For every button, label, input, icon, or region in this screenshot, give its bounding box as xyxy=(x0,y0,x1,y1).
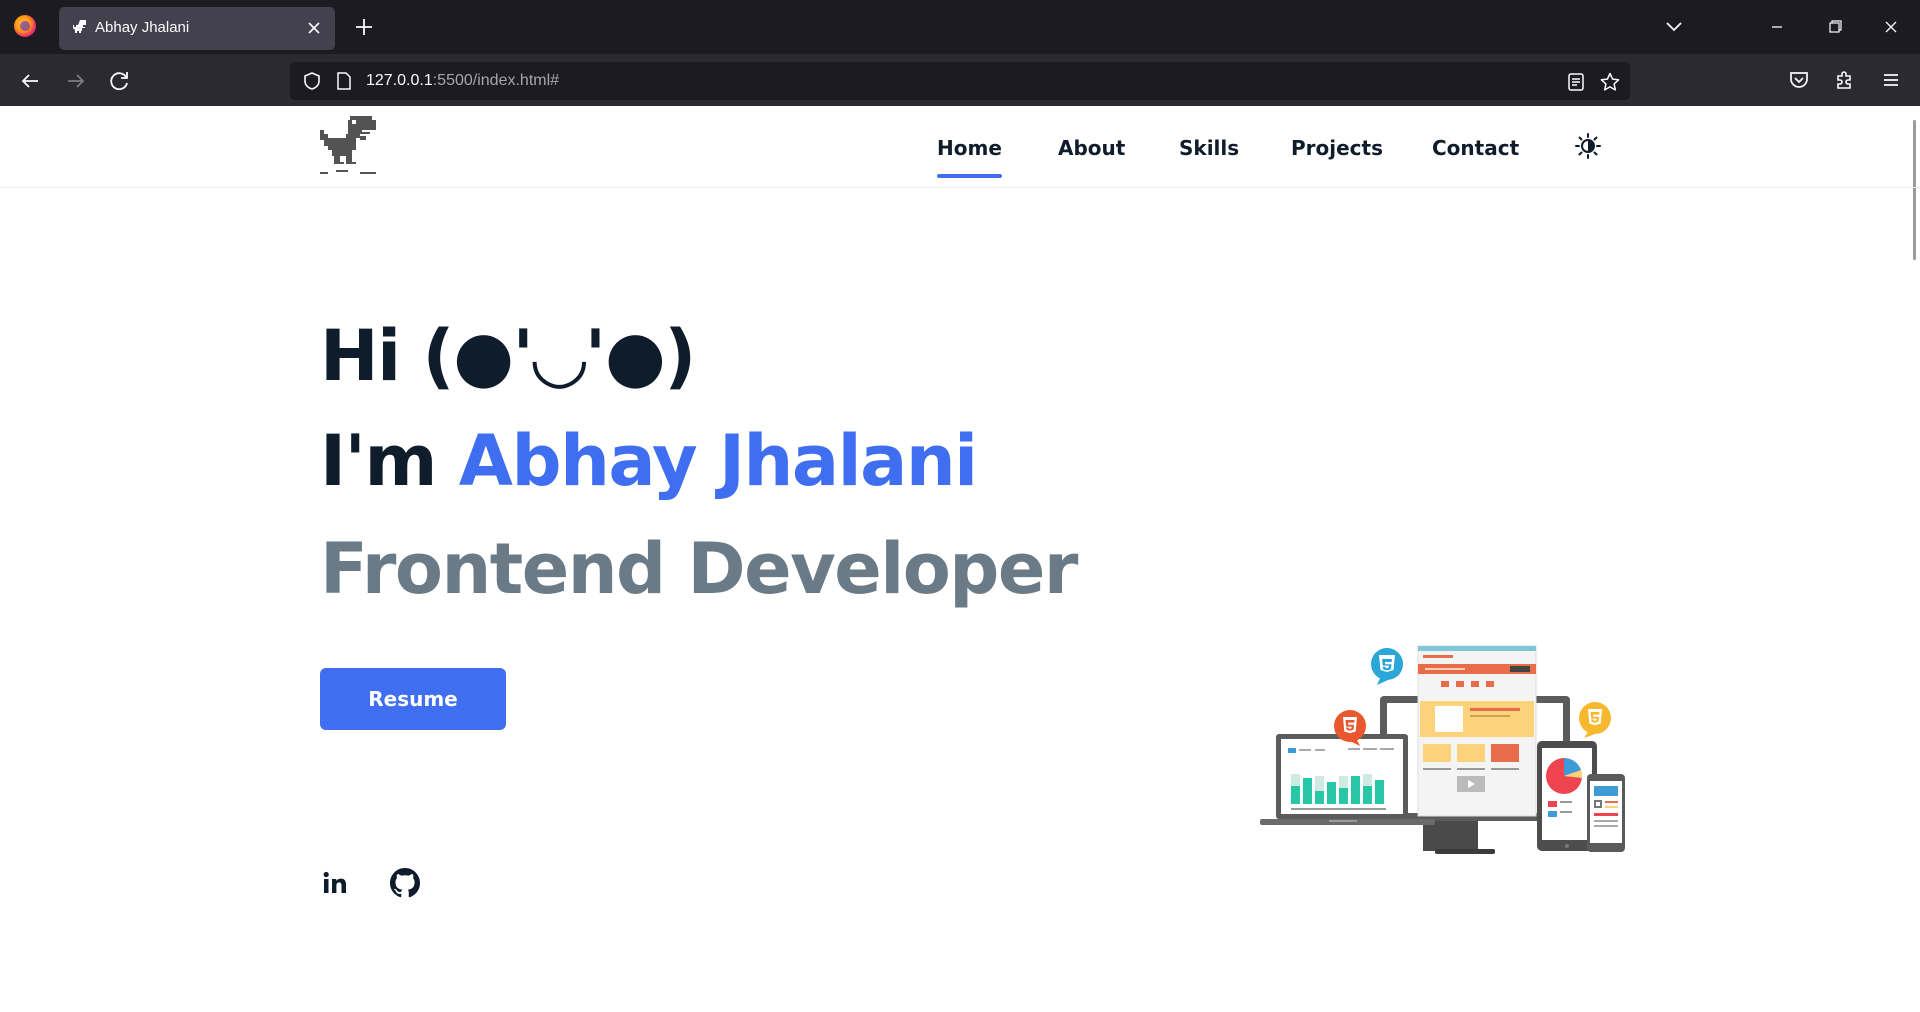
dino-favicon-icon xyxy=(70,18,90,38)
linkedin-icon[interactable] xyxy=(320,868,350,898)
address-bar[interactable]: 127.0.0.1:5500/index.html# xyxy=(290,62,1630,100)
dino-logo-icon[interactable] xyxy=(320,116,378,176)
restore-window-icon[interactable] xyxy=(1820,14,1850,40)
nav-contact-link[interactable]: Contact xyxy=(1432,134,1519,162)
pocket-icon[interactable] xyxy=(1787,68,1811,92)
theme-toggle-sun-icon[interactable] xyxy=(1574,132,1602,160)
tab-close-icon[interactable] xyxy=(303,17,325,39)
extensions-puzzle-icon[interactable] xyxy=(1833,68,1857,92)
tracking-shield-icon[interactable] xyxy=(302,71,322,91)
new-tab-button[interactable] xyxy=(350,13,378,41)
site-header: Home About Skills Projects Contact xyxy=(0,106,1920,188)
forward-arrow-icon[interactable] xyxy=(61,66,91,96)
list-all-tabs-chevron-down-icon[interactable] xyxy=(1660,14,1688,40)
browser-tab[interactable]: Abhay Jhalani xyxy=(59,7,335,50)
reload-icon[interactable] xyxy=(105,66,135,96)
nav-about-link[interactable]: About xyxy=(1058,134,1125,162)
url-host: 127.0.0.1 xyxy=(366,72,433,89)
app-menu-hamburger-icon[interactable] xyxy=(1879,68,1903,92)
tab-title: Abhay Jhalani xyxy=(95,19,190,36)
nav-projects-link[interactable]: Projects xyxy=(1291,134,1383,162)
browser-tab-bar: Abhay Jhalani xyxy=(0,0,1920,54)
hero-greeting: Hi (●'◡'●) xyxy=(320,315,696,397)
hero-name: Abhay Jhalani xyxy=(458,420,978,502)
hero-intro-prefix: I'm xyxy=(320,420,459,502)
minimize-window-icon[interactable] xyxy=(1762,14,1792,40)
bookmark-star-icon[interactable] xyxy=(1599,71,1621,93)
github-icon[interactable] xyxy=(390,868,420,898)
nav-home-link[interactable]: Home xyxy=(937,134,1002,178)
web-page: Home About Skills Projects Contact Hi (●… xyxy=(0,106,1920,1012)
resume-button[interactable]: Resume xyxy=(320,668,506,730)
hero-intro: I'm Abhay Jhalani xyxy=(320,416,978,506)
url-text[interactable]: 127.0.0.1:5500/index.html# xyxy=(366,71,559,91)
nav-skills-link[interactable]: Skills xyxy=(1179,134,1239,162)
firefox-logo-icon[interactable] xyxy=(14,15,36,37)
url-path: :5500/index.html# xyxy=(432,72,560,89)
back-arrow-icon[interactable] xyxy=(15,66,45,96)
hero-role: Frontend Developer xyxy=(320,528,1078,610)
page-info-icon[interactable] xyxy=(336,72,352,90)
reader-view-icon[interactable] xyxy=(1565,71,1587,93)
responsive-devices-illustration xyxy=(1255,636,1633,866)
close-window-icon[interactable] xyxy=(1876,14,1906,40)
